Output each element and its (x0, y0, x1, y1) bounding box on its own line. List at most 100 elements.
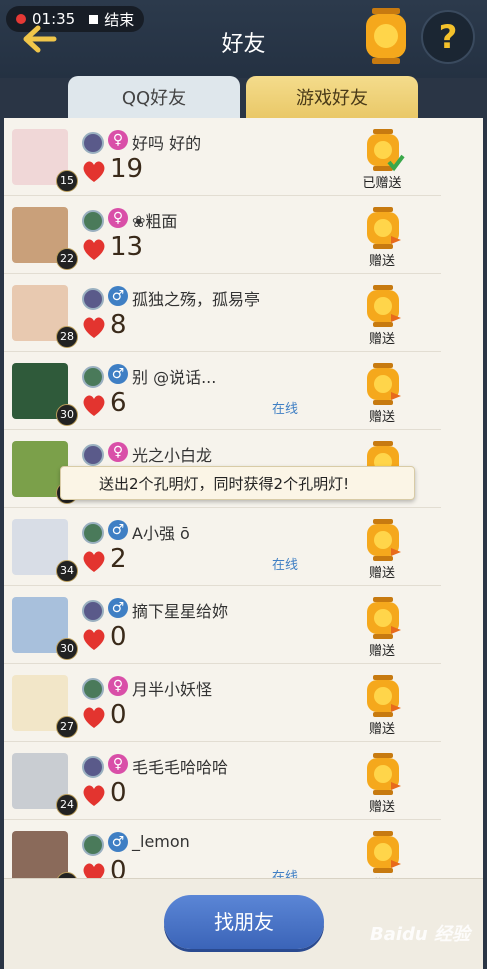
heart-icon (83, 629, 105, 650)
send-lantern-button[interactable] (361, 596, 405, 646)
male-gender-icon: ♂ (108, 520, 128, 540)
lantern-gift-icon (367, 831, 401, 873)
level-badge: 34 (56, 560, 78, 582)
tab-qq-friends[interactable]: QQ好友 (68, 76, 240, 120)
friend-name: 摘下星星给妳 (132, 602, 229, 621)
friend-row[interactable]: 24 ♀ 毛毛毛哈哈哈 0 赠送 (4, 742, 441, 820)
female-gender-icon: ♀ (108, 130, 128, 150)
heart-icon (83, 785, 105, 806)
rank-icon (82, 834, 104, 856)
rank-icon (82, 288, 104, 310)
lantern-gift-icon (367, 753, 401, 795)
tab-game-friends[interactable]: 游戏好友 (246, 76, 418, 120)
friend-row[interactable]: 30 ♂ 别 @说话... 6 在线 赠送 (4, 352, 441, 430)
lantern-icon[interactable] (358, 6, 414, 70)
rank-icon (82, 522, 104, 544)
gift-label: 赠送 (368, 722, 395, 737)
rank-icon (82, 444, 104, 466)
heart-count: 0 (110, 778, 127, 808)
online-status: 在线 (272, 558, 299, 573)
rank-icon (82, 756, 104, 778)
rank-icon (82, 132, 104, 154)
find-friends-button[interactable]: 找朋友 (164, 895, 324, 949)
female-gender-icon: ♀ (108, 676, 128, 696)
level-badge: 15 (56, 170, 78, 192)
level-badge: 30 (56, 404, 78, 426)
friend-name: 月半小妖怪 (132, 680, 213, 699)
friend-name: 毛毛毛哈哈哈 (132, 758, 229, 777)
female-gender-icon: ♀ (108, 442, 128, 462)
lantern-gift-icon (367, 597, 401, 639)
gift-label: 赠送 (368, 332, 395, 347)
record-dot-icon (16, 14, 26, 24)
heart-icon (83, 161, 105, 182)
gift-label: 赠送 (368, 566, 395, 581)
heart-count: 0 (110, 622, 127, 652)
rank-icon (82, 600, 104, 622)
heart-count: 0 (110, 700, 127, 730)
female-gender-icon: ♀ (108, 208, 128, 228)
lantern-gift-icon (367, 129, 405, 172)
send-lantern-button[interactable] (361, 752, 405, 802)
friend-row[interactable]: 34 ♂ A小强 ō 2 在线 赠送 (4, 508, 441, 586)
gift-label: 赠送 (368, 800, 395, 815)
send-lantern-button[interactable] (361, 206, 405, 256)
heart-count: 2 (110, 544, 127, 574)
heart-count: 8 (110, 310, 127, 340)
online-status: 在线 (272, 402, 299, 417)
lantern-gift-icon (367, 519, 401, 561)
send-lantern-button[interactable] (361, 128, 405, 178)
friend-row[interactable]: 15 ♀ 好吗 好的 19 已赠送 (4, 118, 441, 196)
friend-name: ❀粗面 (132, 212, 178, 231)
heart-icon (83, 317, 105, 338)
lantern-gift-icon (367, 207, 401, 249)
watermark: Baidu 经验 (370, 924, 471, 945)
male-gender-icon: ♂ (108, 364, 128, 384)
send-lantern-button[interactable] (361, 362, 405, 412)
rank-icon (82, 678, 104, 700)
level-badge: 22 (56, 248, 78, 270)
send-lantern-button[interactable] (361, 674, 405, 724)
heart-icon (83, 239, 105, 260)
male-gender-icon: ♂ (108, 832, 128, 852)
send-lantern-button[interactable] (361, 830, 405, 880)
stop-icon (89, 14, 99, 24)
heart-icon (83, 707, 105, 728)
lantern-gift-icon (367, 285, 401, 327)
friend-list[interactable]: 15 ♀ 好吗 好的 19 已赠送 22 ♀ ❀粗面 13 赠送 28 ♂ 孤独… (4, 118, 483, 968)
heart-icon (83, 551, 105, 572)
friend-row[interactable]: 28 ♂ 孤独之殇，孤易亭 8 赠送 (4, 274, 441, 352)
level-badge: 30 (56, 638, 78, 660)
heart-count: 13 (110, 232, 144, 262)
gift-label: 赠送 (368, 410, 395, 425)
female-gender-icon: ♀ (108, 754, 128, 774)
rank-icon (82, 366, 104, 388)
heart-icon (83, 395, 105, 416)
level-badge: 24 (56, 794, 78, 816)
heart-count: 6 (110, 388, 127, 418)
friend-name: 孤独之殇，孤易亭 (132, 290, 261, 309)
friend-row[interactable]: 27 ♀ 月半小妖怪 0 赠送 (4, 664, 441, 742)
heart-count: 19 (110, 154, 144, 184)
male-gender-icon: ♂ (108, 286, 128, 306)
level-badge: 28 (56, 326, 78, 348)
send-lantern-button[interactable] (361, 518, 405, 568)
gift-label: 已赠送 (362, 176, 402, 191)
friend-name: 好吗 好的 (132, 134, 202, 153)
friend-name: A小强 ō (132, 524, 190, 543)
gift-label: 赠送 (368, 254, 395, 269)
lantern-gift-icon (367, 675, 401, 717)
rank-icon (82, 210, 104, 232)
help-button[interactable]: ? (421, 10, 475, 64)
friend-name: 光之小白龙 (132, 446, 213, 465)
lantern-gift-icon (367, 363, 401, 405)
friend-name: _lemon (132, 832, 190, 851)
friend-name: 别 @说话... (132, 368, 217, 387)
gift-label: 赠送 (368, 644, 395, 659)
friend-row[interactable]: 30 ♂ 摘下星星给妳 0 赠送 (4, 586, 441, 664)
gift-tooltip: 送出2个孔明灯，同时获得2个孔明灯! (60, 466, 415, 500)
male-gender-icon: ♂ (108, 598, 128, 618)
friend-row[interactable]: 22 ♀ ❀粗面 13 赠送 (4, 196, 441, 274)
send-lantern-button[interactable] (361, 284, 405, 334)
tab-bar: QQ好友 游戏好友 (0, 74, 487, 120)
